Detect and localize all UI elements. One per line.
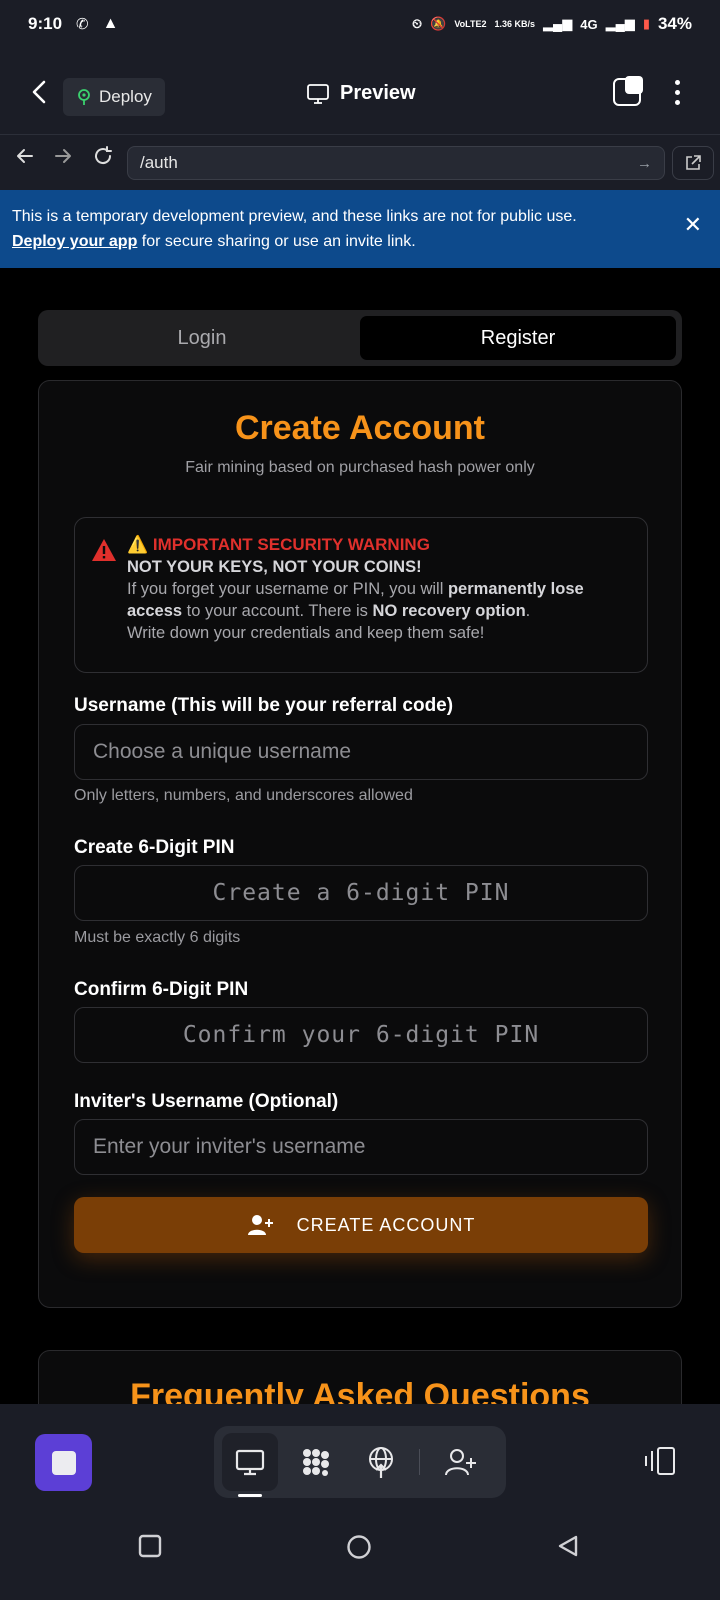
chevron-left-icon [32, 80, 46, 104]
banner-text: This is a temporary development preview,… [12, 208, 577, 225]
create-account-label: CREATE ACCOUNT [296, 1214, 476, 1235]
username-input[interactable] [75, 725, 647, 779]
warning-text: If you forget your username or PIN, you … [127, 580, 584, 620]
url-input[interactable]: /auth → [127, 146, 665, 180]
tool-invite[interactable] [432, 1433, 488, 1491]
warning-title: ⚠️ IMPORTANT SECURITY WARNING [127, 535, 430, 554]
app-header: Deploy Preview [0, 48, 720, 134]
network-speed: 1.36 KB/s [494, 19, 536, 29]
user-plus-icon [247, 1215, 273, 1235]
tool-deploy[interactable] [354, 1433, 410, 1491]
system-back-icon[interactable] [556, 1534, 580, 1558]
username-hint: Only letters, numbers, and underscores a… [74, 787, 413, 804]
battery-icon: ▮ [642, 16, 650, 31]
tool-agent[interactable] [288, 1433, 344, 1491]
tab-login[interactable]: Login [44, 316, 360, 360]
monitor-icon [235, 1449, 264, 1476]
confirm-pin-field-wrap [74, 1007, 648, 1063]
back-button[interactable] [26, 78, 54, 106]
pin-label: Create 6-Digit PIN [74, 837, 235, 858]
warning-triangle-icon [92, 539, 116, 561]
status-bar: 9:10 ✆ ▲ ⏲ 🔕 VoLTE2 1.36 KB/s ▂▄▆ 4G ▂▄▆… [0, 0, 720, 48]
status-time: 9:10 [28, 14, 63, 33]
confirm-pin-label: Confirm 6-Digit PIN [74, 979, 249, 1000]
browser-back-icon[interactable] [14, 145, 36, 173]
side-panel-icon[interactable] [644, 1446, 676, 1476]
open-external-button[interactable] [672, 146, 714, 180]
deploy-label: Deploy [99, 87, 152, 106]
user-plus-icon [445, 1449, 477, 1476]
recents-icon[interactable] [138, 1534, 162, 1558]
main-content: Login Register Create Account Fair minin… [0, 268, 720, 1404]
banner-rest-text: for secure sharing or use an invite link… [137, 233, 416, 250]
bottom-toolbar [0, 1404, 720, 1498]
register-card: Create Account Fair mining based on purc… [38, 380, 682, 1308]
username-field-wrap [74, 724, 648, 780]
stop-button[interactable] [35, 1434, 92, 1491]
alert-icon: ▲ [102, 15, 119, 32]
browser-forward-icon[interactable] [52, 145, 74, 173]
signal-icon: ▂▄▆ [543, 16, 573, 31]
pin-field-wrap [74, 865, 648, 921]
alarm-icon: ⏲ [412, 16, 423, 31]
auth-tabs: Login Register [38, 310, 682, 366]
active-tab-indicator [238, 1494, 262, 1497]
reload-icon[interactable] [92, 145, 114, 173]
username-label: Username (This will be your referral cod… [74, 695, 454, 716]
pin-hint: Must be exactly 6 digits [74, 929, 241, 946]
faq-card: Frequently Asked Questions [38, 1350, 682, 1404]
card-subtitle: Fair mining based on purchased hash powe… [185, 459, 535, 476]
more-menu-icon[interactable] [675, 79, 680, 105]
url-toolbar: /auth → [0, 134, 720, 190]
faq-title: Frequently Asked Questions [130, 1377, 590, 1404]
preview-title: Preview [306, 82, 416, 105]
tab-register[interactable]: Register [360, 316, 676, 360]
url-value: /auth [140, 153, 178, 172]
inviter-field-wrap [74, 1119, 648, 1175]
battery-level: 34% [657, 14, 692, 33]
close-banner-icon[interactable]: ✕ [684, 212, 702, 237]
go-arrow-icon[interactable]: → [637, 155, 652, 172]
tool-group [214, 1426, 506, 1498]
warning-headline: NOT YOUR KEYS, NOT YOUR COINS! [127, 558, 422, 576]
volte-label: VoLTE2 [454, 19, 487, 29]
system-nav-bar [0, 1498, 720, 1600]
card-title: Create Account [234, 409, 486, 447]
home-icon[interactable] [346, 1534, 372, 1560]
security-warning: ⚠️ IMPORTANT SECURITY WARNING NOT YOUR K… [74, 517, 648, 673]
create-account-button[interactable]: CREATE ACCOUNT [74, 1197, 648, 1253]
deploy-app-link[interactable]: Deploy your app [12, 233, 137, 250]
tabs-icon[interactable] [613, 76, 643, 106]
external-link-icon [686, 155, 701, 170]
stop-icon [51, 1450, 76, 1475]
confirm-pin-input[interactable] [75, 1008, 647, 1062]
pin-input[interactable] [75, 866, 647, 920]
signal-icon-2: ▂▄▆ [605, 16, 635, 31]
globe-upload-icon [369, 1447, 394, 1478]
mute-icon: 🔕 [430, 16, 447, 31]
preview-warning-banner: This is a temporary development preview,… [0, 190, 720, 268]
monitor-icon [307, 83, 329, 104]
network-type: 4G [580, 16, 598, 32]
inviter-label: Inviter's Username (Optional) [74, 1091, 339, 1112]
deploy-icon [78, 89, 90, 105]
page-title: Preview [340, 82, 416, 104]
warning-advice: Write down your credentials and keep the… [127, 624, 485, 642]
toolbar-divider [419, 1449, 421, 1475]
deploy-button[interactable]: Deploy [63, 78, 165, 116]
inviter-input[interactable] [75, 1120, 647, 1174]
call-forward-icon: ✆ [76, 16, 89, 33]
agent-grid-icon [302, 1449, 329, 1476]
tool-preview[interactable] [222, 1433, 278, 1491]
